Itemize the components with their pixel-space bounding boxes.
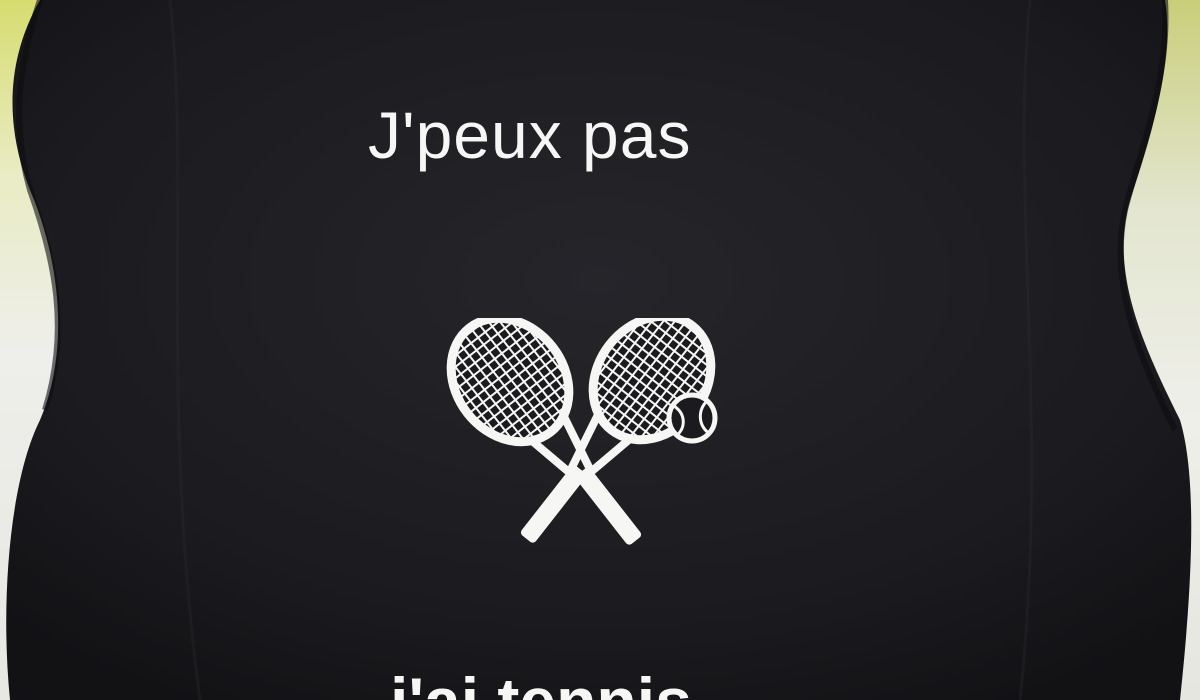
crossed-tennis-rackets-icon <box>446 318 718 545</box>
tennis-ball-icon <box>666 392 718 444</box>
photo-scene: J'peux pas j'ai tennis <box>0 0 1200 700</box>
shirt-print-bottom-line: j'ai tennis <box>390 668 810 700</box>
shirt-print-top-line: J'peux pas <box>368 98 692 172</box>
